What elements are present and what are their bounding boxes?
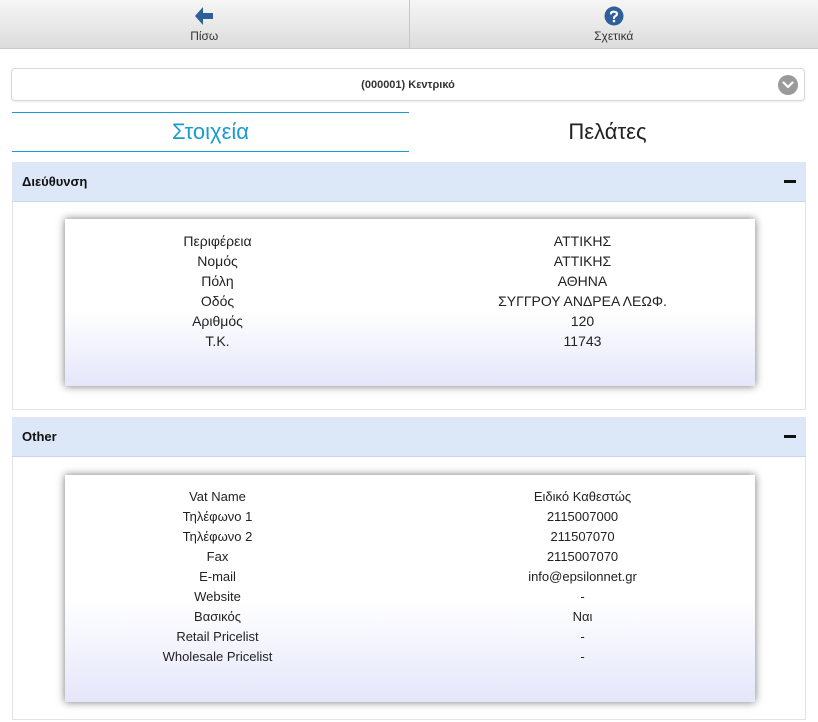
info-row: Wholesale Pricelist -	[65, 647, 755, 667]
info-row-label: Οδός	[200, 293, 235, 309]
info-row-label: Τ.Κ.	[205, 333, 230, 349]
info-row: Fax 2115007070	[65, 547, 755, 567]
other-card: Vat Name Ειδικό Καθεστώς Τηλέφωνο 1 2115007…	[65, 475, 755, 702]
info-row-label: Wholesale Pricelist	[162, 649, 273, 664]
back-label: Πίσω	[190, 29, 219, 43]
info-row-label: Τηλέφωνο 2	[182, 529, 253, 544]
info-row: Τηλέφωνο 1 2115007000	[65, 507, 755, 527]
info-row-value: 2115007000	[546, 509, 619, 524]
info-row-label: Τηλέφωνο 1	[182, 509, 253, 524]
info-row-value: -	[580, 629, 585, 644]
info-row-value: Ειδικό Καθεστώς	[533, 489, 632, 504]
info-row: E-mail info@epsilonnet.gr	[65, 567, 755, 587]
info-row-value: -	[580, 589, 585, 604]
info-row: Τ.Κ. 11743	[65, 331, 755, 351]
address-rows: Περιφέρεια ΑΤΤΙΚΗΣ Νομός ΑΤΤΙΚΗΣ Πόλη ΑΘΗΝΑ Οδ…	[65, 231, 755, 351]
tabs: Στοιχεία Πελάτες	[12, 112, 806, 152]
branch-select[interactable]: (000001) Κεντρικό	[11, 68, 805, 101]
info-row-value: ΑΘΗΝΑ	[557, 273, 608, 289]
info-row: Αριθμός 120	[65, 311, 755, 331]
info-row-value: -	[580, 649, 585, 664]
info-row: Οδός ΣΥΓΓΡΟΥ ΑΝΔΡΕΑ ΛΕΩΦ.	[65, 291, 755, 311]
chevron-down-icon[interactable]	[778, 75, 798, 95]
info-row-value: ΣΥΓΓΡΟΥ ΑΝΔΡΕΑ ΛΕΩΦ.	[498, 293, 667, 309]
back-button[interactable]: Πίσω	[0, 0, 409, 48]
section-body-address: Περιφέρεια ΑΤΤΙΚΗΣ Νομός ΑΤΤΙΚΗΣ Πόλη ΑΘΗΝΑ Οδ…	[12, 202, 806, 410]
tab-details[interactable]: Στοιχεία	[12, 112, 409, 152]
question-circle-icon	[603, 5, 625, 27]
section-title-other: Other	[22, 429, 57, 444]
info-row-label: Fax	[206, 549, 229, 564]
info-row-label: Βασικός	[194, 609, 241, 624]
info-row-value: 2115007070	[546, 549, 619, 564]
info-row-label: Περιφέρεια	[183, 233, 252, 249]
info-row: Website -	[65, 587, 755, 607]
tab-customers[interactable]: Πελάτες	[409, 112, 806, 152]
info-row: Πόλη ΑΘΗΝΑ	[65, 271, 755, 291]
info-row: Βασικός Ναι	[65, 607, 755, 627]
info-row: Περιφέρεια ΑΤΤΙΚΗΣ	[65, 231, 755, 251]
info-row-value: ΑΤΤΙΚΗΣ	[553, 233, 612, 249]
info-row-value: 11743	[563, 333, 602, 349]
section-header-address[interactable]: Διεύθυνση	[12, 162, 806, 202]
other-rows: Vat Name Ειδικό Καθεστώς Τηλέφωνο 1 2115007…	[65, 487, 755, 667]
section-header-other[interactable]: Other	[12, 417, 806, 457]
address-card: Περιφέρεια ΑΤΤΙΚΗΣ Νομός ΑΤΤΙΚΗΣ Πόλη ΑΘΗΝΑ Οδ…	[65, 219, 755, 386]
branch-select-value: (000001) Κεντρικό	[361, 78, 455, 91]
info-row: Retail Pricelist -	[65, 627, 755, 647]
info-row: Vat Name Ειδικό Καθεστώς	[65, 487, 755, 507]
info-row-label: Αριθμός	[192, 313, 243, 329]
about-button[interactable]: Σχετικά	[408, 0, 818, 48]
arrow-left-icon	[193, 5, 215, 27]
info-row-label: Πόλη	[201, 273, 234, 289]
info-row: Νομός ΑΤΤΙΚΗΣ	[65, 251, 755, 271]
info-row-label: Website	[194, 589, 241, 604]
top-toolbar: Πίσω Σχετικά	[0, 0, 818, 49]
info-row-value: info@epsilonnet.gr	[528, 569, 637, 584]
info-row-value: 120	[570, 313, 595, 329]
info-row-label: Retail Pricelist	[176, 629, 259, 644]
minus-icon[interactable]	[784, 435, 796, 438]
info-row-value: 211507070	[550, 529, 615, 544]
info-row-label: Νομός	[197, 253, 238, 269]
section-body-other: Vat Name Ειδικό Καθεστώς Τηλέφωνο 1 2115007…	[12, 457, 806, 720]
info-row-value: ΑΤΤΙΚΗΣ	[553, 253, 612, 269]
section-title-address: Διεύθυνση	[22, 174, 88, 189]
info-row-value: Ναι	[572, 609, 593, 624]
minus-icon[interactable]	[784, 180, 796, 183]
about-label: Σχετικά	[594, 29, 634, 43]
info-row-label: E-mail	[199, 569, 236, 584]
info-row-label: Vat Name	[189, 489, 246, 504]
info-row: Τηλέφωνο 2 211507070	[65, 527, 755, 547]
